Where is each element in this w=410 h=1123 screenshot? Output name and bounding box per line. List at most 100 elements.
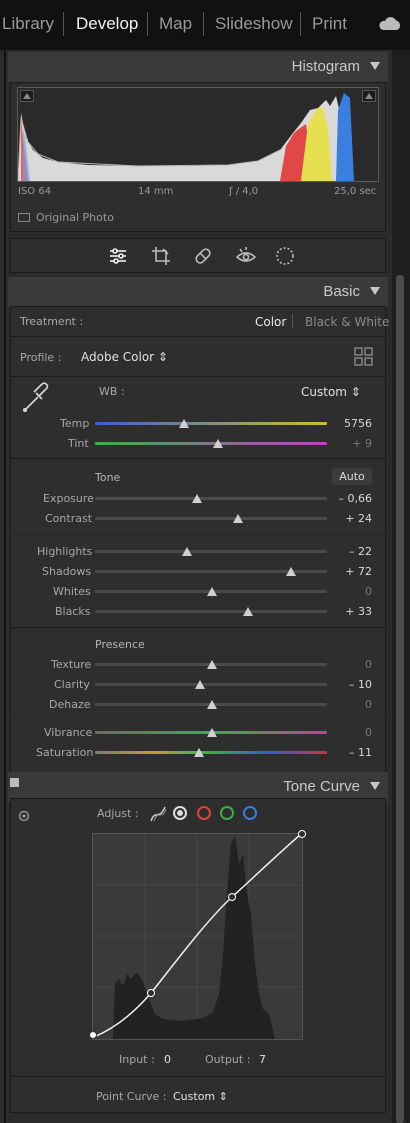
auto-button[interactable]: Auto <box>332 468 372 485</box>
contrast-slider-thumb[interactable] <box>233 514 243 523</box>
curve-point[interactable] <box>147 989 155 997</box>
histogram-header[interactable]: Histogram <box>8 52 388 82</box>
crop-icon[interactable] <box>150 245 172 267</box>
highlight-clipping-icon[interactable] <box>362 90 376 102</box>
slider-value-texture[interactable]: 0 <box>332 658 372 671</box>
vibrance-slider-thumb[interactable] <box>207 728 217 737</box>
tool-strip <box>10 238 386 273</box>
temp-track[interactable] <box>95 422 327 425</box>
treatment-color-option[interactable]: Color <box>255 315 286 329</box>
slider-value-saturation[interactable]: – 11 <box>332 746 372 759</box>
clarity-slider-thumb[interactable] <box>195 680 205 689</box>
green-channel-icon[interactable] <box>220 806 234 820</box>
basic-header[interactable]: Basic <box>8 277 388 307</box>
wb-dropdown[interactable]: Custom ⇕ <box>301 385 361 399</box>
highlights-track[interactable] <box>95 550 327 553</box>
shadows-slider-thumb[interactable] <box>286 567 296 576</box>
module-library[interactable]: Library <box>2 14 54 34</box>
profile-dropdown[interactable]: Adobe Color ⇕ <box>81 350 168 364</box>
slider-label-clarity: Clarity <box>54 678 90 691</box>
divider <box>10 627 386 628</box>
masking-icon[interactable] <box>274 245 296 267</box>
cloud-icon[interactable] <box>378 17 402 31</box>
slider-value-dehaze[interactable]: 0 <box>332 698 372 711</box>
saturation-track[interactable] <box>95 751 327 754</box>
profile-browser-grid-icon[interactable] <box>354 347 374 367</box>
texture-slider-thumb[interactable] <box>207 660 217 669</box>
exif-iso: ISO 64 <box>18 186 52 197</box>
nav-separator <box>203 12 204 36</box>
point-curve-dropdown[interactable]: Custom ⇕ <box>173 1090 228 1103</box>
module-develop[interactable]: Develop <box>76 14 138 34</box>
curve-point[interactable] <box>298 830 306 838</box>
curve-point[interactable] <box>89 1031 97 1039</box>
slider-value-tint[interactable]: + 9 <box>332 437 372 450</box>
red-eye-icon[interactable] <box>235 245 257 267</box>
slider-label-contrast: Contrast <box>45 512 93 525</box>
healing-icon[interactable] <box>192 245 214 267</box>
divider <box>10 336 386 337</box>
slider-label-exposure: Exposure <box>43 492 94 505</box>
tint-slider-thumb[interactable] <box>213 439 223 448</box>
wb-label: WB : <box>99 385 125 398</box>
divider <box>10 458 386 459</box>
panel-left-edge <box>4 50 6 1123</box>
collapse-triangle-icon[interactable] <box>370 287 380 295</box>
divider <box>10 376 386 377</box>
slider-value-highlights[interactable]: – 22 <box>332 545 372 558</box>
panel-title: Histogram <box>291 58 360 75</box>
collapse-triangle-icon[interactable] <box>370 62 380 70</box>
scrollbar-thumb[interactable] <box>396 275 404 1123</box>
slider-label-temp: Temp <box>60 417 90 430</box>
rgb-channel-icon[interactable] <box>173 806 187 820</box>
exposure-slider-thumb[interactable] <box>192 494 202 503</box>
treatment-label: Treatment : <box>20 315 84 328</box>
blacks-slider-thumb[interactable] <box>243 607 253 616</box>
red-channel-icon[interactable] <box>197 806 211 820</box>
divider <box>10 534 386 535</box>
shadow-clipping-icon[interactable] <box>20 90 34 102</box>
slider-label-saturation: Saturation <box>36 746 94 759</box>
module-slideshow[interactable]: Slideshow <box>215 14 293 34</box>
module-print[interactable]: Print <box>312 14 347 34</box>
saturation-slider-thumb[interactable] <box>194 748 204 757</box>
tint-track[interactable] <box>95 442 327 445</box>
parametric-curve-icon[interactable] <box>149 805 167 823</box>
slider-label-texture: Texture <box>51 658 92 671</box>
dehaze-slider-thumb[interactable] <box>207 700 217 709</box>
slider-label-tint: Tint <box>68 437 89 450</box>
edit-sliders-icon[interactable] <box>107 245 129 267</box>
slider-value-temp[interactable]: 5756 <box>332 417 372 430</box>
temp-slider-thumb[interactable] <box>179 419 189 428</box>
whites-slider-thumb[interactable] <box>207 587 217 596</box>
module-map[interactable]: Map <box>159 14 192 34</box>
highlights-slider-thumb[interactable] <box>182 547 192 556</box>
slider-value-blacks[interactable]: + 33 <box>332 605 372 618</box>
collapse-triangle-icon[interactable] <box>370 782 380 790</box>
clarity-track[interactable] <box>95 683 327 686</box>
slider-value-exposure[interactable]: – 0,66 <box>332 492 373 505</box>
slider-value-whites[interactable]: 0 <box>332 585 372 598</box>
slider-label-highlights: Highlights <box>37 545 93 558</box>
slider-value-contrast[interactable]: + 24 <box>332 512 372 525</box>
eyedropper-icon[interactable] <box>20 381 52 415</box>
panel-toggle-switch[interactable] <box>10 778 19 787</box>
tone-curve-graph[interactable] <box>89 830 306 1040</box>
input-value: 0 <box>164 1053 171 1066</box>
curve-point[interactable] <box>228 893 236 901</box>
presence-section-label: Presence <box>95 638 145 651</box>
slider-value-shadows[interactable]: + 72 <box>332 565 372 578</box>
nav-separator <box>63 12 64 36</box>
slider-value-clarity[interactable]: – 10 <box>332 678 372 691</box>
exposure-track[interactable] <box>95 497 327 500</box>
slider-value-vibrance[interactable]: 0 <box>332 726 372 739</box>
exif-shutter: 25,0 sec <box>334 186 377 197</box>
output-value: 7 <box>259 1053 266 1066</box>
original-photo-checkbox[interactable] <box>18 213 30 222</box>
targeted-adjustment-icon[interactable] <box>18 810 30 822</box>
contrast-track[interactable] <box>95 517 327 520</box>
treatment-bw-option[interactable]: Black & White <box>305 315 389 329</box>
adjust-label: Adjust : <box>97 807 139 820</box>
blacks-track[interactable] <box>95 610 327 613</box>
blue-channel-icon[interactable] <box>243 806 257 820</box>
